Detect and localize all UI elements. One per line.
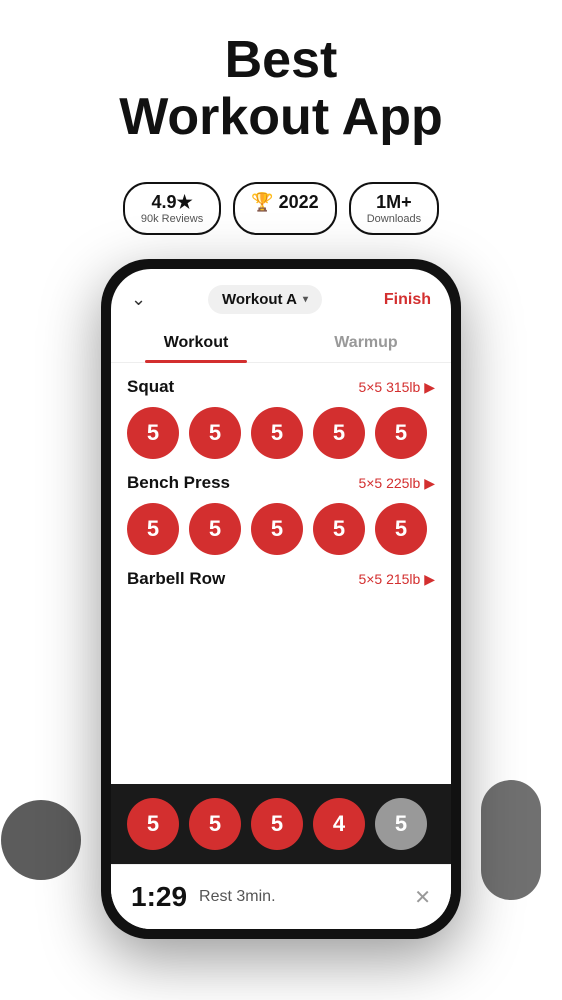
rest-timer: 1:29 Rest 3min. ✕ (111, 864, 451, 929)
badges-row: 4.9★ 90k Reviews 🏆 2022 1M+ Downloads (123, 182, 439, 235)
exercise-bench: Bench Press 5×5 225lb ▶ 5 5 5 5 5 (127, 473, 435, 555)
timer-label: Rest 3min. (199, 888, 402, 906)
exercise-bench-header: Bench Press 5×5 225lb ▶ (127, 473, 435, 493)
bench-set-1[interactable]: 5 (127, 503, 179, 555)
hero-section: Best Workout App (99, 0, 463, 162)
exercise-bench-name: Bench Press (127, 473, 230, 493)
bench-set-2[interactable]: 5 (189, 503, 241, 555)
bench-set-4[interactable]: 5 (313, 503, 365, 555)
barbell-set-2[interactable]: 5 (189, 798, 241, 850)
app-header: ⌄ Workout A ▾ Finish (111, 269, 451, 324)
award-badge: 🏆 2022 (233, 182, 336, 235)
exercise-squat: Squat 5×5 315lb ▶ 5 5 5 5 5 (127, 377, 435, 459)
barbell-set-4[interactable]: 4 (313, 798, 365, 850)
tab-warmup[interactable]: Warmup (281, 324, 451, 362)
exercise-list: Squat 5×5 315lb ▶ 5 5 5 5 5 Bench Press (111, 363, 451, 784)
squat-set-3[interactable]: 5 (251, 407, 303, 459)
tabs-row: Workout Warmup (111, 324, 451, 363)
exercise-squat-spec[interactable]: 5×5 315lb ▶ (358, 379, 435, 396)
finish-button[interactable]: Finish (384, 291, 431, 309)
squat-set-2[interactable]: 5 (189, 407, 241, 459)
decor-blob-right (481, 780, 541, 900)
bench-sets-row: 5 5 5 5 5 (127, 503, 435, 555)
squat-set-5[interactable]: 5 (375, 407, 427, 459)
squat-sets-row: 5 5 5 5 5 (127, 407, 435, 459)
barbell-set-1[interactable]: 5 (127, 798, 179, 850)
decor-blob-left (1, 800, 81, 880)
downloads-badge: 1M+ Downloads (349, 182, 439, 235)
squat-set-4[interactable]: 5 (313, 407, 365, 459)
exercise-barbell-header: Barbell Row 5×5 215lb ▶ (127, 569, 435, 589)
hero-title: Best Workout App (119, 32, 443, 146)
rating-badge: 4.9★ 90k Reviews (123, 182, 221, 235)
barbell-set-5[interactable]: 5 (375, 798, 427, 850)
workout-selector[interactable]: Workout A ▾ (208, 285, 322, 314)
squat-set-1[interactable]: 5 (127, 407, 179, 459)
exercise-squat-name: Squat (127, 377, 174, 397)
chevron-down-icon[interactable]: ⌄ (131, 289, 146, 310)
phone-screen: ⌄ Workout A ▾ Finish Workout Warmup Squa… (111, 269, 451, 929)
barbell-set-3[interactable]: 5 (251, 798, 303, 850)
exercise-squat-header: Squat 5×5 315lb ▶ (127, 377, 435, 397)
bottom-bar: 5 5 5 4 5 (111, 784, 451, 864)
phone-wrapper: ⌄ Workout A ▾ Finish Workout Warmup Squa… (41, 259, 521, 1000)
exercise-bench-spec[interactable]: 5×5 225lb ▶ (358, 475, 435, 492)
tab-workout[interactable]: Workout (111, 324, 281, 362)
bench-set-5[interactable]: 5 (375, 503, 427, 555)
exercise-barbell-name: Barbell Row (127, 569, 225, 589)
bench-set-3[interactable]: 5 (251, 503, 303, 555)
exercise-barbell-spec[interactable]: 5×5 215lb ▶ (358, 571, 435, 588)
timer-time: 1:29 (131, 881, 187, 913)
exercise-barbell-row: Barbell Row 5×5 215lb ▶ (127, 569, 435, 589)
phone-frame: ⌄ Workout A ▾ Finish Workout Warmup Squa… (101, 259, 461, 939)
timer-close-button[interactable]: ✕ (414, 885, 431, 910)
selector-arrow-icon: ▾ (303, 294, 308, 305)
